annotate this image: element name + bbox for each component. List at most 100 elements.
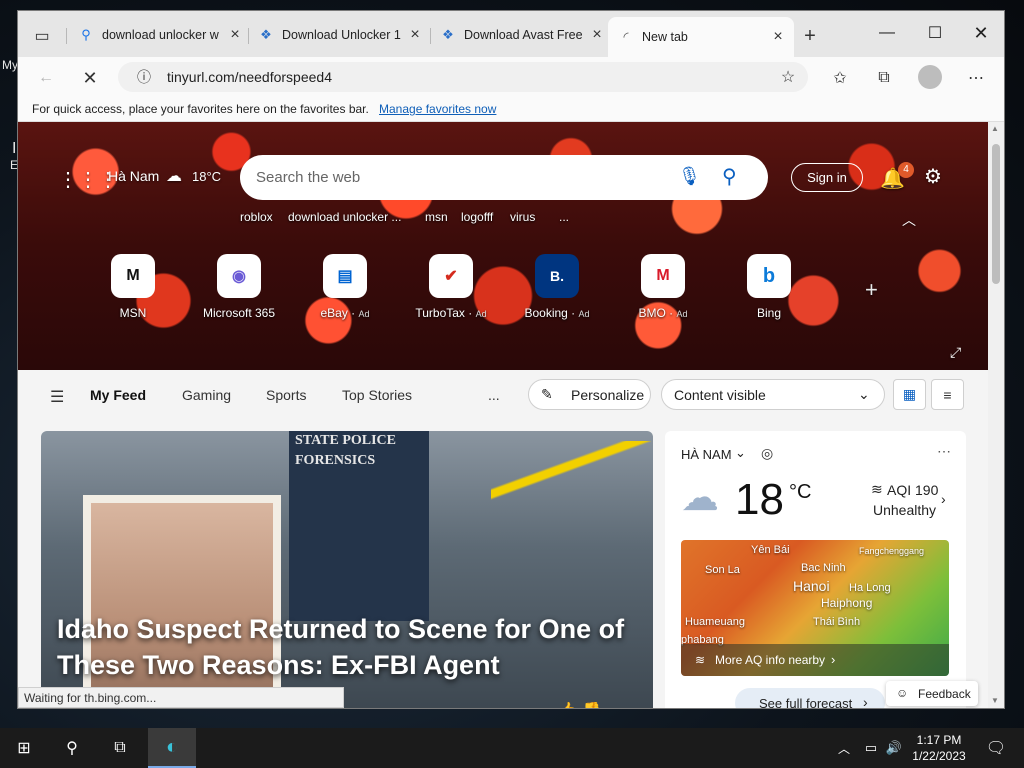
quick-link-booking[interactable]: B. Booking · Ad [512, 254, 602, 320]
ad-tag: Ad [676, 309, 688, 319]
profile-avatar[interactable] [918, 65, 942, 89]
feed-menu-icon[interactable]: ☰ [50, 387, 64, 407]
sign-in-button[interactable]: Sign in [791, 163, 863, 192]
dislike-icon[interactable]: 👎 [583, 701, 600, 708]
address-text: tinyurl.com/needforspeed4 [167, 69, 332, 85]
close-window-icon[interactable]: ✕ [958, 19, 1004, 47]
favorites-icon[interactable]: ✩ [828, 66, 852, 90]
feedback-button[interactable]: ☺ Feedback [886, 681, 978, 706]
tab-download-unlocker[interactable]: ❖ Download Unlocker 1 × [258, 22, 423, 48]
close-icon[interactable]: × [227, 26, 243, 44]
air-quality-map[interactable]: Yên Bái Son La Bac Ninh Fangchenggang Ha… [681, 540, 949, 676]
search-icon[interactable]: ⚲ [722, 164, 737, 189]
quick-search-chip[interactable]: download unlocker ... [288, 210, 401, 224]
quick-search-chip[interactable]: roblox [240, 210, 273, 224]
quick-search-chip[interactable]: logofff [461, 210, 493, 224]
collapse-chevron-icon[interactable]: ︿ [902, 210, 916, 230]
tab-download-avast[interactable]: ❖ Download Avast Free × [440, 22, 605, 48]
scroll-up-icon[interactable]: ▲ [991, 124, 999, 133]
close-icon[interactable]: × [770, 28, 786, 46]
story-more-icon[interactable]: ⋯ [613, 701, 627, 708]
booking-icon: B. [535, 254, 579, 298]
scroll-thumb[interactable] [992, 144, 1000, 284]
search-icon[interactable]: ⚲ [48, 728, 96, 768]
quick-link-microsoft-365[interactable]: ◉ Microsoft 365 [194, 254, 284, 320]
personalize-button[interactable]: ✎ Personalize [528, 379, 651, 410]
expand-image-icon[interactable]: ⤢ [950, 344, 961, 361]
content-visibility-select[interactable]: Content visible ⌄ [661, 379, 885, 410]
minimize-icon[interactable]: — [864, 19, 910, 47]
map-footer[interactable]: ≋ More AQ info nearby › [681, 644, 949, 676]
collections-icon[interactable]: ⧉ [872, 66, 896, 90]
quick-link-bing[interactable]: b Bing [724, 254, 814, 320]
more-chips-icon[interactable]: ... [559, 210, 569, 224]
weather-unit[interactable]: °C [789, 481, 811, 504]
system-clock[interactable]: 1:17 PM 1/22/2023 [906, 732, 972, 764]
show-hidden-icons-icon[interactable]: ︿ [832, 728, 856, 768]
page-scrollbar[interactable]: ▲ ▼ [988, 122, 1004, 708]
chevron-right-icon[interactable]: › [941, 491, 946, 507]
add-quick-link-icon[interactable]: + [865, 277, 878, 303]
edge-icon[interactable]: ◐ [148, 728, 196, 768]
tab-my-feed[interactable]: My Feed [90, 387, 146, 403]
tab-actions-icon[interactable]: ▭ [30, 24, 54, 48]
more-aq-link[interactable]: More AQ info nearby [715, 653, 825, 667]
tab-gaming[interactable]: Gaming [182, 387, 231, 403]
tab-download-unlocker-search[interactable]: ⚲ download unlocker w × [78, 22, 243, 48]
stop-icon[interactable]: ✕ [78, 66, 102, 90]
network-icon[interactable]: ▭ [858, 728, 884, 768]
info-icon[interactable]: ⓘ [132, 65, 156, 89]
like-icon[interactable]: 👍 [559, 701, 576, 708]
tab-label: New tab [642, 30, 688, 44]
weather-more-icon[interactable]: ⋯ [937, 443, 951, 460]
chevron-down-icon[interactable]: ⌄ [735, 445, 746, 461]
map-label: Huameuang [685, 616, 745, 628]
back-icon[interactable]: ← [34, 66, 58, 90]
clock-time: 1:17 PM [916, 733, 962, 747]
ad-tag: Ad [475, 309, 487, 319]
scroll-down-icon[interactable]: ▼ [991, 696, 999, 705]
quick-link-bmo[interactable]: M BMO · Ad [618, 254, 708, 320]
personalize-label: Personalize [571, 387, 645, 403]
list-view-icon[interactable]: ≡ [931, 379, 964, 410]
address-bar[interactable]: ⓘ tinyurl.com/needforspeed4 ☆ [118, 62, 808, 92]
quick-search-chip[interactable]: virus [510, 210, 535, 224]
tab-sports[interactable]: Sports [266, 387, 306, 403]
caution-tape-decoration [491, 441, 651, 501]
close-icon[interactable]: × [589, 26, 605, 44]
location-target-icon[interactable]: ◎ [761, 445, 773, 462]
start-windows-icon[interactable]: ⊞ [0, 728, 48, 768]
grid-view-icon[interactable]: ▦ [893, 379, 926, 410]
story-headline[interactable]: Idaho Suspect Returned to Scene for One … [57, 611, 637, 683]
quick-link-msn[interactable]: M MSN [88, 254, 178, 320]
new-tab-icon[interactable]: + [798, 24, 822, 48]
weather-card[interactable]: HÀ NAM ⌄ ◎ ⋯ ☁ 18 °C ≋ AQI 190 Unhealthy… [665, 431, 966, 708]
more-tabs-icon[interactable]: ... [488, 387, 500, 403]
tab-new-tab[interactable]: ◜ New tab × [608, 17, 794, 57]
weather-card-location[interactable]: HÀ NAM [681, 447, 732, 462]
tab-top-stories[interactable]: Top Stories [342, 387, 412, 403]
see-forecast-button[interactable]: See full forecast › [735, 688, 885, 708]
more-menu-icon[interactable]: ⋯ [964, 66, 988, 90]
microphone-icon[interactable]: 🎙 [678, 166, 701, 187]
task-view-icon[interactable]: ⧉ [96, 728, 144, 768]
quick-link-label: BMO · Ad [638, 306, 688, 320]
settings-gear-icon[interactable]: ⚙ [924, 164, 942, 189]
search-box[interactable]: Search the web 🎙 ⚲ [240, 155, 768, 200]
add-favorite-icon[interactable]: ☆ [776, 65, 800, 89]
quick-link-turbotax[interactable]: ✔ TurboTax · Ad [406, 254, 496, 320]
quick-link-ebay[interactable]: ▤ eBay · Ad [300, 254, 390, 320]
top-story-card[interactable]: STATE POLICE FORENSICS Idaho Suspect Ret… [41, 431, 653, 708]
weather-location[interactable]: Hà Nam [108, 168, 159, 184]
search-input[interactable]: Search the web [256, 169, 360, 186]
manage-favorites-link[interactable]: Manage favorites now [379, 102, 496, 116]
notifications-icon[interactable]: 🗨 [972, 728, 1020, 768]
quick-search-chip[interactable]: msn [425, 210, 448, 224]
volume-icon[interactable]: 🔊 [882, 728, 906, 768]
quick-link-label: Bing [756, 306, 782, 320]
close-icon[interactable]: × [407, 26, 423, 44]
tab-strip: ▭ ⚲ download unlocker w × ❖ Download Unl… [18, 11, 1004, 57]
maximize-icon[interactable]: ☐ [912, 19, 958, 47]
hero-background: ⋮⋮⋮ Hà Nam ☁ 18°C Search the web 🎙 ⚲ Sig… [18, 122, 988, 370]
weather-temp[interactable]: 18°C [192, 169, 221, 184]
